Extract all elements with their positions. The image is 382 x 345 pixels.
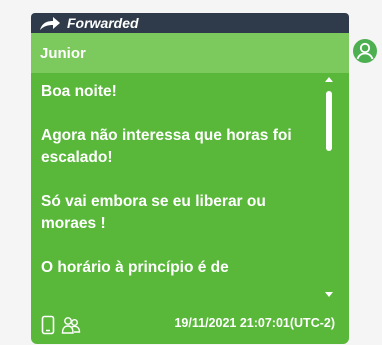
phone-icon	[41, 315, 55, 335]
group-icon	[61, 317, 81, 334]
message-paragraph: Só vai embora se eu liberar ou moraes !	[41, 193, 266, 232]
scroll-down-arrow-icon[interactable]	[325, 292, 333, 297]
message-timestamp: 19/11/2021 21:07:01(UTC-2)	[174, 316, 335, 330]
forwarded-label: Forwarded	[67, 15, 139, 31]
message-text: Boa noite! Agora não interessa que horas…	[31, 73, 349, 279]
message-footer: 19/11/2021 21:07:01(UTC-2)	[31, 310, 349, 340]
sender-name-bar: Junior	[31, 33, 349, 73]
message-paragraph: Boa noite!	[41, 83, 117, 100]
message-paragraph: O horário à princípio é de	[41, 259, 229, 276]
forwarded-banner: Forwarded	[31, 13, 349, 33]
message-paragraph: Agora não interessa que horas foi escala…	[41, 127, 292, 166]
message-body[interactable]: Boa noite! Agora não interessa que horas…	[31, 73, 349, 303]
forward-arrow-icon	[40, 17, 60, 30]
message-bubble[interactable]: Junior Boa noite! Agora não interessa qu…	[31, 33, 349, 344]
sender-name: Junior	[40, 44, 86, 62]
chat-canvas: Forwarded Junior Boa noite! Agora não in…	[0, 0, 382, 345]
scroll-thumb[interactable]	[326, 91, 332, 151]
message-scrollbar[interactable]	[323, 77, 335, 303]
scroll-up-arrow-icon[interactable]	[325, 77, 333, 82]
user-avatar-icon[interactable]	[352, 38, 378, 64]
